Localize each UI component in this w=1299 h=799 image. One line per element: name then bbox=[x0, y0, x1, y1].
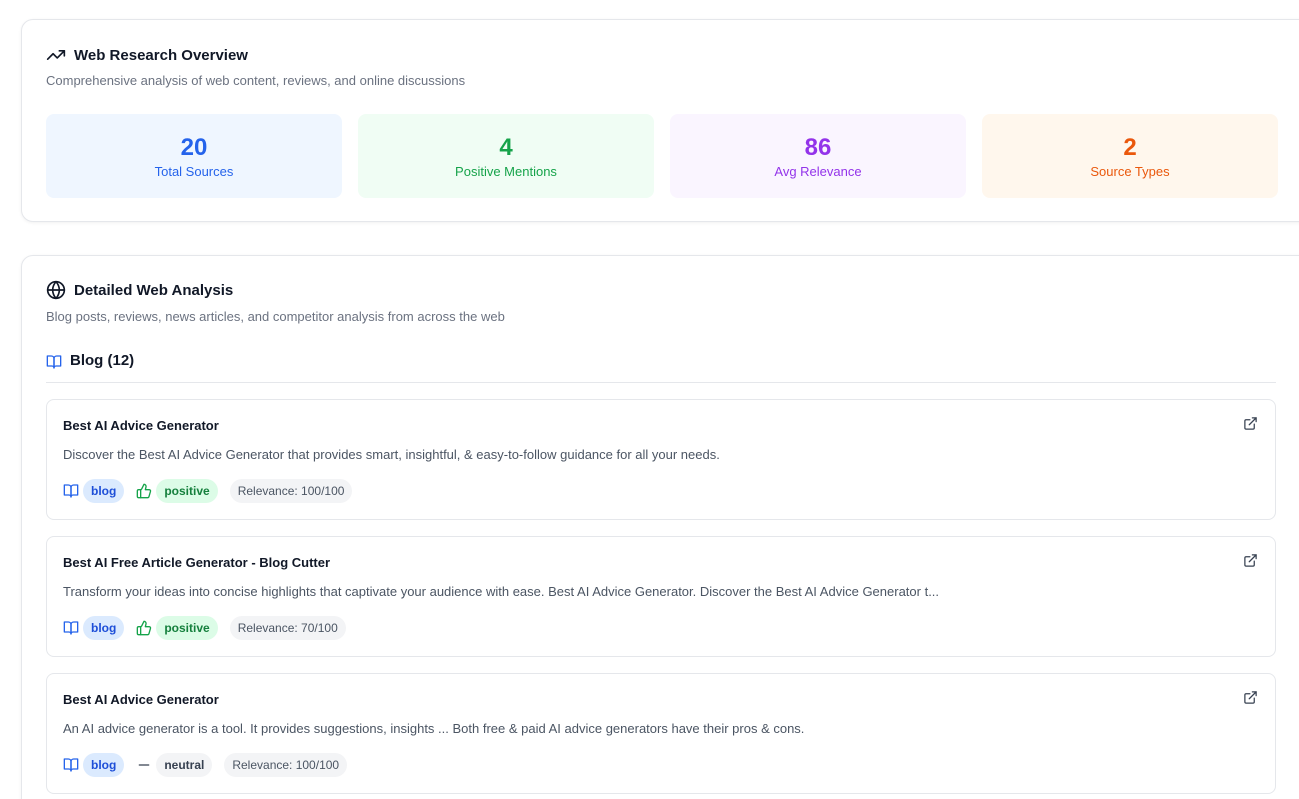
book-open-icon bbox=[46, 352, 62, 374]
item-description: Discover the Best AI Advice Generator th… bbox=[63, 447, 720, 462]
external-link-icon[interactable] bbox=[1243, 416, 1258, 436]
item-tags: blog neutral Relevance: 100/100 bbox=[63, 753, 348, 777]
stat-label: Source Types bbox=[1090, 163, 1170, 179]
globe-icon bbox=[46, 280, 66, 300]
stat-label: Avg Relevance bbox=[774, 163, 862, 179]
thumbs-up-icon bbox=[136, 483, 152, 499]
item-description: Transform your ideas into concise highli… bbox=[63, 584, 940, 599]
stat-total-sources: 20 Total Sources bbox=[46, 114, 342, 198]
section-label: Blog (12) bbox=[70, 352, 135, 369]
stat-value: 86 bbox=[804, 133, 832, 161]
stat-value: 2 bbox=[1123, 133, 1137, 161]
relevance-badge: Relevance: 70/100 bbox=[229, 616, 346, 640]
stat-value: 20 bbox=[180, 133, 208, 161]
sentiment-badge: positive bbox=[156, 616, 218, 640]
stat-label: Total Sources bbox=[154, 163, 234, 179]
stat-label: Positive Mentions bbox=[455, 163, 557, 179]
overview-title: Web Research Overview bbox=[74, 46, 248, 64]
stat-avg-relevance: 86 Avg Relevance bbox=[670, 114, 966, 198]
detail-title: Detailed Web Analysis bbox=[74, 281, 234, 299]
stat-value: 4 bbox=[499, 133, 513, 161]
type-badge: blog bbox=[83, 753, 125, 777]
thumbs-up-icon bbox=[136, 620, 152, 636]
type-badge: blog bbox=[83, 616, 125, 640]
item-description: An AI advice generator is a tool. It pro… bbox=[63, 721, 805, 736]
type-badge: blog bbox=[83, 479, 125, 503]
stats-row: 20 Total Sources 4 Positive Mentions 86 … bbox=[46, 114, 1278, 198]
overview-card: Web Research Overview Comprehensive anal… bbox=[21, 19, 1299, 222]
external-link-icon[interactable] bbox=[1243, 553, 1258, 573]
item-title: Best AI Free Article Generator - Blog Cu… bbox=[63, 555, 331, 570]
relevance-badge: Relevance: 100/100 bbox=[224, 753, 348, 777]
item-tags: blog positive Relevance: 70/100 bbox=[63, 616, 346, 640]
item-tags: blog positive Relevance: 100/100 bbox=[63, 479, 353, 503]
item-title: Best AI Advice Generator bbox=[63, 418, 219, 433]
stat-source-types: 2 Source Types bbox=[982, 114, 1278, 198]
trending-up-icon bbox=[46, 45, 66, 65]
detail-card: Detailed Web Analysis Blog posts, review… bbox=[21, 255, 1299, 799]
book-open-icon bbox=[63, 757, 79, 773]
stat-positive-mentions: 4 Positive Mentions bbox=[358, 114, 654, 198]
minus-icon bbox=[136, 757, 152, 773]
relevance-badge: Relevance: 100/100 bbox=[229, 479, 353, 503]
item-title: Best AI Advice Generator bbox=[63, 692, 219, 707]
list-item: Best AI Advice Generator Discover the Be… bbox=[46, 399, 1276, 520]
book-open-icon bbox=[63, 483, 79, 499]
external-link-icon[interactable] bbox=[1243, 690, 1258, 710]
book-open-icon bbox=[63, 620, 79, 636]
section-header-blog: Blog (12) bbox=[46, 352, 1276, 383]
detail-description: Blog posts, reviews, news articles, and … bbox=[46, 309, 505, 324]
list-item: Best AI Free Article Generator - Blog Cu… bbox=[46, 536, 1276, 657]
sentiment-badge: positive bbox=[156, 479, 218, 503]
list-item: Best AI Advice Generator An AI advice ge… bbox=[46, 673, 1276, 794]
sentiment-badge: neutral bbox=[156, 753, 213, 777]
overview-header: Web Research Overview bbox=[46, 45, 248, 65]
overview-description: Comprehensive analysis of web content, r… bbox=[46, 73, 466, 88]
detail-header: Detailed Web Analysis bbox=[46, 280, 233, 300]
